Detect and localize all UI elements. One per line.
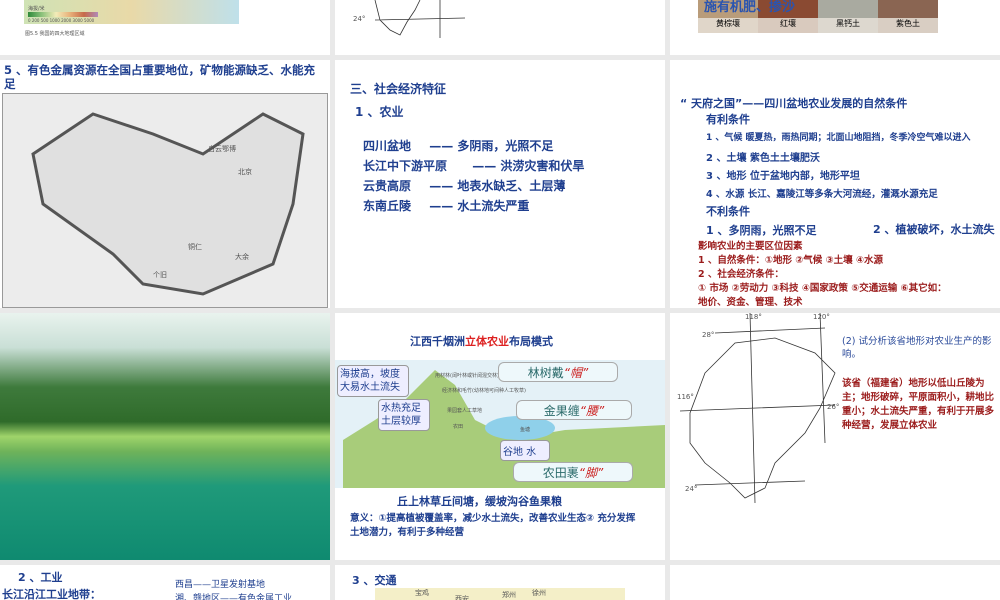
slide-thumbnail-12[interactable] — [670, 565, 1000, 600]
latitude-label: 24° — [685, 485, 698, 493]
longitude-label: 116° — [677, 393, 694, 401]
list-item: 云贵高原 —— 地表水缺乏、土层薄 — [363, 179, 566, 193]
list-item: 1 、自然条件：①地形 ②气候 ③土壤 ④水源 — [698, 255, 884, 266]
slide-thumbnail-4[interactable]: 5 、有色金属资源在全国占重要地位，矿物能源缺乏、水能充足 白云鄂博 北京 个旧… — [0, 60, 330, 308]
slide-thumbnail-2[interactable]: 24° — [335, 0, 665, 55]
slide-thumbnail-11[interactable]: 3 、交通 宝鸡 西安 郑州 徐州 — [335, 565, 665, 600]
favorable-heading: 有利条件 — [706, 113, 750, 126]
elevation-legend-ticks: 0 200 500 1000 2000 3000 5000 — [28, 18, 95, 23]
industrial-belt-label: 长江沿江工业地带： — [2, 588, 101, 600]
city-label: 西安 — [455, 595, 469, 600]
tag-orchard: 金果缠“腰” — [516, 400, 632, 420]
question-text: (2) 试分析该省地形对农业生产的影响。 — [842, 336, 992, 360]
diagram-label: 鱼塘 — [520, 427, 531, 433]
factors-heading: 影响农业的主要区位因素 — [698, 241, 803, 252]
map-place-label: 铜仁 — [188, 243, 202, 251]
callout-box: 海拔高，坡度大易水土流失 — [337, 365, 409, 397]
slide-title: 5 、有色金属资源在全国占重要地位，矿物能源缺乏、水能充足 — [4, 63, 316, 91]
list-item: ① 市场 ②劳动力 ③科技 ④国家政策 ⑤交通运输 ⑥其它如： — [698, 283, 947, 294]
lake-landscape-photo — [0, 313, 330, 560]
list-item: 湘、赣地区——有色金属工业 — [175, 594, 293, 600]
latitude-label: 28° — [702, 331, 715, 339]
slide-title: 江西千烟洲立体农业布局模式 — [410, 335, 553, 348]
city-label: 郑州 — [502, 591, 516, 599]
section-heading: 三、社会经济特征 — [350, 82, 447, 96]
slide-thumbnail-10[interactable]: 2 、工业 长江沿江工业地带： 西昌——卫星发射基地 湘、赣地区——有色金属工业 — [0, 565, 330, 600]
city-label: 宝鸡 — [415, 589, 429, 597]
significance-text: 意义：①提高植被覆盖率，减少水土流失，改善农业生态② 充分发挥土地潜力，有利于多… — [350, 513, 636, 538]
longitude-label: 120° — [813, 313, 830, 321]
diagram-label: 农田 — [453, 424, 464, 430]
slide-title: “ 天府之国”——四川盆地农业发展的自然条件 — [680, 97, 908, 110]
soil-label: 紫色土 — [896, 19, 920, 28]
agriculture-problems-list: 四川盆地 —— 多阴雨，光照不足 长江中下游平原 —— 洪涝灾害和伏旱 云贵高原… — [363, 136, 584, 216]
soil-label: 红壤 — [780, 19, 796, 28]
list-item: 东南丘陵 —— 水土流失严重 — [363, 199, 530, 213]
longitude-label: 118° — [745, 313, 762, 321]
map-place-label: 白云鄂博 — [208, 145, 236, 153]
map-place-label: 北京 — [238, 168, 252, 176]
subheading: 3 、交通 — [352, 574, 397, 587]
diagram-label: 用材林(阔叶林或针阔混交林) — [435, 373, 499, 379]
diagram-label: 果园套人工草地 — [447, 408, 483, 414]
terraced-farming-diagram: 用材林(阔叶林或针阔混交林) 经济林和毛竹(幼林地可间种人工牧草) 果园套人工草… — [335, 360, 665, 488]
subheading: 2 、工业 — [18, 571, 63, 584]
map-legend-label: 海拔/米 — [28, 6, 45, 12]
unfavorable-heading: 不利条件 — [706, 205, 750, 218]
tag-forest: 林树戴“帽” — [498, 362, 618, 382]
fujian-river-map — [679, 313, 836, 503]
soil-label: 黑钙土 — [836, 19, 860, 28]
slide-thumbnail-9[interactable]: 118° 120° 28° 116° 26° 24° (2) 试分析该省地形对农… — [670, 313, 1000, 560]
mineral-resources-map: 白云鄂博 北京 个旧 铜仁 大余 — [2, 93, 328, 308]
map-place-label: 大余 — [235, 253, 249, 261]
latitude-label: 24° — [353, 15, 366, 23]
fujian-outline-map — [374, 0, 466, 38]
soil-overlay-text: 施有机肥、掺沙 — [704, 0, 796, 15]
city-label: 徐州 — [532, 589, 546, 597]
subheading: 1 、农业 — [355, 105, 404, 119]
callout-box: 水热充足土层较厚 — [378, 399, 430, 431]
slide-thumbnail-7[interactable] — [0, 313, 330, 560]
list-item: 2 、土壤 紫色土土壤肥沃 — [706, 153, 820, 164]
elevation-legend-bar — [28, 12, 98, 17]
diagram-label: 经济林和毛竹(幼林地可间种人工牧草) — [442, 388, 526, 394]
list-item: 1 、多阴雨，光照不足 — [706, 224, 817, 237]
slide-thumbnail-6[interactable]: “ 天府之国”——四川盆地农业发展的自然条件 有利条件 1 、气候 暖夏热，雨热… — [670, 60, 1000, 308]
list-item: 西昌——卫星发射基地 — [175, 580, 266, 590]
callout-box: 谷地 水 — [500, 440, 550, 461]
slide-thumbnail-5[interactable]: 三、社会经济特征 1 、农业 四川盆地 —— 多阴雨，光照不足 长江中下游平原 … — [335, 60, 665, 308]
tag-field: 农田裹“脚” — [513, 462, 633, 482]
list-item: 2 、植被破坏，水土流失 — [873, 223, 995, 236]
soil-labels: 黄棕壤 红壤 黑钙土 紫色土 — [698, 18, 938, 33]
soil-label: 黄棕壤 — [716, 19, 740, 28]
list-item: 四川盆地 —— 多阴雨，光照不足 — [363, 139, 554, 153]
list-item: 长江中下游平原 —— 洪涝灾害和伏旱 — [363, 159, 585, 173]
slogan: 丘上林草丘间塘，缓坡沟谷鱼果粮 — [397, 495, 562, 508]
map-place-label: 个旧 — [153, 271, 167, 279]
list-item: 3 、地形 位于盆地内部，地形平坦 — [706, 171, 860, 182]
answer-text: 该省（福建省）地形以低山丘陵为主；地形破碎，平原面积小，耕地比重小；水土流失严重… — [842, 378, 995, 431]
list-item: 2 、社会经济条件： — [698, 269, 784, 280]
slide-thumbnail-8[interactable]: 江西千烟洲立体农业布局模式 用材林(阔叶林或针阔混交林) 经济林和毛竹(幼林地可… — [335, 313, 665, 560]
figure-caption: 图5.5 我国的四大地理区域 — [25, 31, 85, 37]
list-item: 4 、水源 长江、嘉陵江等多条大河流经，灌溉水源充足 — [706, 189, 938, 200]
latitude-label: 26° — [827, 403, 840, 411]
transport-map: 宝鸡 西安 郑州 徐州 — [375, 588, 625, 600]
slide-thumbnail-3[interactable]: 施有机肥、掺沙 黄棕壤 红壤 黑钙土 紫色土 — [670, 0, 1000, 55]
slide-thumbnail-1[interactable]: 海拔/米 0 200 500 1000 2000 3000 5000 图5.5 … — [0, 0, 330, 55]
list-item: 地价、资金、管理、技术 — [698, 297, 803, 308]
location-factors: 影响农业的主要区位因素 1 、自然条件：①地形 ②气候 ③土壤 ④水源 2 、社… — [698, 240, 947, 308]
list-item: 1 、气候 暖夏热，雨热同期；北面山地阻挡，冬季冷空气难以进入 — [706, 133, 971, 143]
